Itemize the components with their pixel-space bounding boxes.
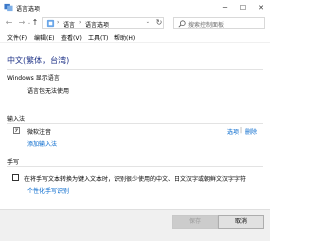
search-placeholder: 搜索控制面板 <box>188 22 225 29</box>
rare-characters-checkbox[interactable] <box>12 174 19 181</box>
cancel-button[interactable]: 取消 <box>218 215 264 229</box>
ime-options-link[interactable]: 选项 <box>227 127 239 136</box>
search-box[interactable]: 搜索控制面板 <box>173 17 265 29</box>
address-bar[interactable]: › 语言 › 语言选项 ⌄ <box>42 17 164 29</box>
title-bar: 语言选项 ─ ☐ ✕ <box>0 0 270 16</box>
save-button[interactable]: 保存 <box>172 215 218 229</box>
language-app-icon <box>4 3 13 12</box>
button-bar: 保存 取消 <box>0 209 270 241</box>
menu-view[interactable]: 查看(V) <box>61 33 82 42</box>
ime-item-label: 微软注音 <box>27 129 52 136</box>
page-title: 中文(繁体，台湾) <box>7 56 70 65</box>
back-arrow-icon[interactable]: ← <box>4 18 14 28</box>
menu-edit[interactable]: 编辑(E) <box>34 33 54 42</box>
search-icon <box>178 20 186 28</box>
minimize-button[interactable]: ─ <box>216 0 234 16</box>
breadcrumb-language-options[interactable]: 语言选项 <box>85 20 109 29</box>
divider <box>7 69 263 70</box>
navigation-bar: ← → ⌄ ↑ › 语言 › 语言选项 ⌄ ↻ 搜索控制面板 <box>0 16 270 30</box>
breadcrumb-language[interactable]: 语言 <box>63 20 75 29</box>
language-pack-status: 语言包无法使用 <box>27 88 70 95</box>
refresh-icon[interactable]: ↻ <box>154 18 164 28</box>
up-arrow-icon[interactable]: ↑ <box>30 18 40 28</box>
rare-characters-checkbox-label[interactable]: 在将手写文本转换为键入文本时，识别很少使用的中文、日文汉字或朝鲜文汉字字符 <box>24 174 264 183</box>
breadcrumb-separator-icon: › <box>79 19 82 26</box>
menu-bar: 文件(F) 编辑(E) 查看(V) 工具(T) 帮助(H) <box>0 30 270 43</box>
menu-file[interactable]: 文件(F) <box>7 33 27 42</box>
divider <box>7 123 263 124</box>
input-method-label: 输入法 <box>7 116 26 123</box>
personalize-handwriting-link[interactable]: 个性化手写识别 <box>27 186 69 195</box>
keyboard-icon <box>13 127 20 134</box>
divider <box>7 166 263 167</box>
window-title: 语言选项 <box>16 6 41 13</box>
address-dropdown-icon[interactable]: ⌄ <box>146 19 150 25</box>
control-panel-icon <box>46 19 55 28</box>
link-separator: | <box>240 127 243 134</box>
ime-delete-link[interactable]: 删除 <box>245 127 257 136</box>
breadcrumb-separator-icon: › <box>57 19 60 26</box>
add-input-method-link[interactable]: 添加输入法 <box>27 139 57 148</box>
close-button[interactable]: ✕ <box>252 0 270 16</box>
maximize-button[interactable]: ☐ <box>234 0 252 16</box>
menu-help[interactable]: 帮助(H) <box>114 33 135 42</box>
menu-tools[interactable]: 工具(T) <box>88 33 108 42</box>
handwriting-label: 手写 <box>7 159 20 166</box>
windows-display-language-label: Windows 显示语言 <box>7 75 60 82</box>
